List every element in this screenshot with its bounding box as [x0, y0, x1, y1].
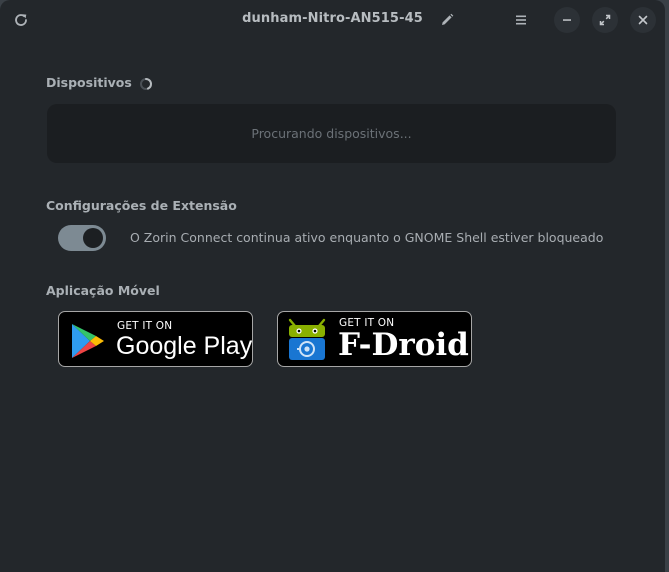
google-play-badge[interactable]: GET IT ON Google Play	[58, 311, 253, 367]
app-window: dunham-Nitro-AN515-45 Dispositivos Procu…	[0, 0, 665, 572]
google-play-icon	[70, 322, 106, 364]
close-icon	[637, 14, 649, 26]
fdroid-big-text: F-Droid	[338, 327, 469, 363]
devices-list: Procurando dispositivos...	[47, 104, 616, 163]
devices-placeholder: Procurando dispositivos...	[251, 126, 412, 141]
extension-settings-heading: Configurações de Extensão	[46, 198, 237, 213]
minimize-icon	[561, 14, 573, 26]
keep-alive-locked-toggle[interactable]	[58, 225, 106, 251]
rename-button[interactable]	[434, 7, 460, 33]
mobile-app-heading: Aplicação Móvel	[46, 283, 160, 298]
keep-alive-locked-label: O Zorin Connect continua ativo enquanto …	[130, 230, 604, 245]
maximize-icon	[599, 14, 611, 26]
fdroid-icon	[286, 318, 328, 366]
minimize-button[interactable]	[554, 7, 580, 33]
main-menu-button[interactable]	[508, 7, 534, 33]
pencil-icon	[439, 12, 455, 28]
google-play-small-text: GET IT ON	[117, 320, 173, 332]
google-play-big-text: Google Play	[116, 332, 253, 360]
maximize-button[interactable]	[592, 7, 618, 33]
close-button[interactable]	[630, 7, 656, 33]
toggle-knob	[83, 228, 103, 248]
devices-heading: Dispositivos	[46, 75, 132, 90]
hamburger-menu-icon	[514, 13, 528, 27]
fdroid-badge[interactable]: GET IT ON F-Droid	[277, 311, 472, 367]
header-bar: dunham-Nitro-AN515-45	[0, 0, 665, 40]
loading-spinner-icon	[139, 76, 153, 90]
